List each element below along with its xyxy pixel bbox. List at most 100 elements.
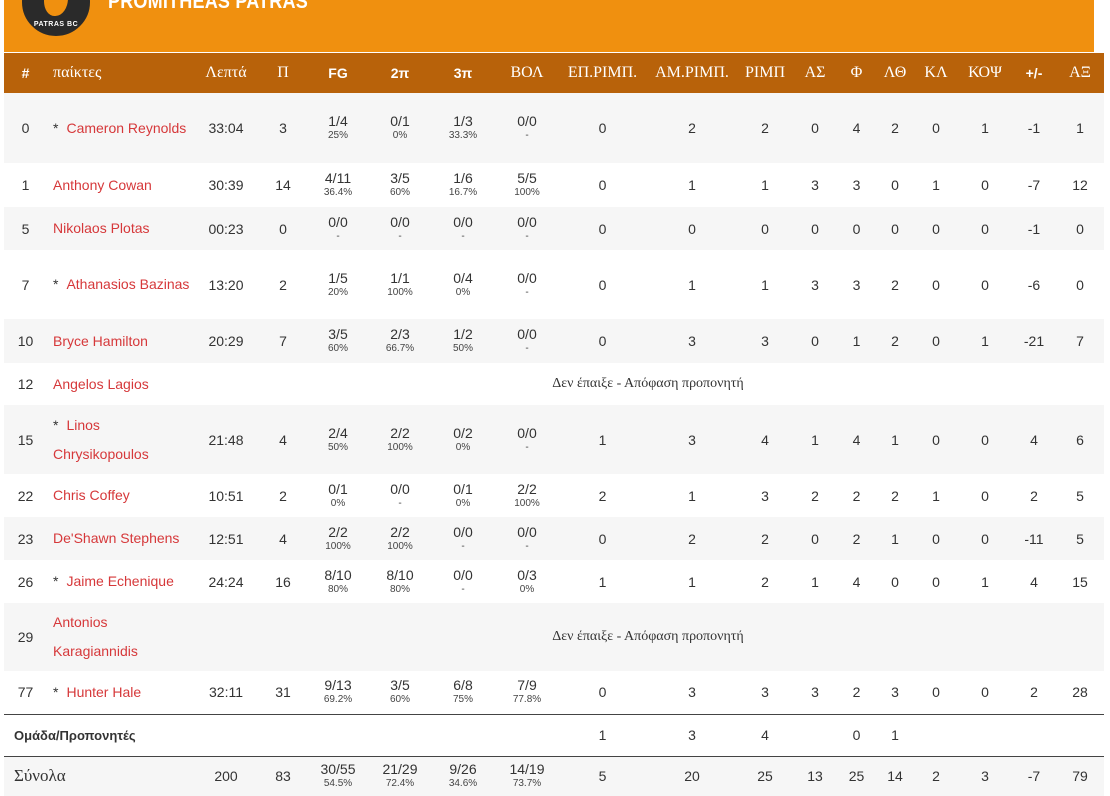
stat-cell: 0 [958,671,1012,714]
stat-cell: 1 [647,474,737,517]
stat-cell: 6 [1056,405,1104,474]
made-attempted: 2/3 [390,326,410,342]
team-logo: PATRAS BC [20,0,92,38]
stat-cell: 22 [4,474,47,517]
percentage: 77.8% [512,694,542,706]
stat-cell: 0 [793,319,837,363]
column-header[interactable]: ΚΟΨ [958,53,1012,93]
made-attempted: 14/19 [509,761,545,778]
stat-cell: 3 [837,163,876,207]
column-header[interactable]: ΚΛ [914,53,958,93]
stat-cell: 0 [914,207,958,250]
column-header[interactable]: ΛΘ [876,53,914,93]
stat-cell [1012,713,1056,756]
player-link[interactable]: Hunter Hale [66,684,141,700]
column-header[interactable]: ΒΟΛ [496,53,558,93]
table-row: 23 De'Shawn Stephens 12:51 4 2/2 100% 2/2 100% 0… [4,517,1104,560]
stat-cell: 1 [793,405,837,474]
table-row: 22 Chris Coffey 10:51 2 0/1 0% 0/0-0/1 0% 2/2 100… [4,474,1104,517]
made-attempted: 0/0 [390,213,410,230]
stat-cell: 1 [876,713,914,756]
player-name-cell: De'Shawn Stephens [47,517,192,560]
made-attempted: 30/55 [320,761,356,778]
percentage: - [461,540,465,552]
percentage: 0% [519,583,535,595]
percentage: 25% [327,130,348,141]
column-header[interactable]: ΑΜ.ΡΙΜΠ. [647,53,737,93]
shooting-cell: 9/26 34.6% [430,755,496,796]
stat-cell: -7 [1012,755,1056,796]
stat-cell: 2 [876,319,914,363]
stat-cell: 0 [1056,207,1104,250]
shooting-cell: 0/0- [370,207,430,250]
shooting-cell: 0/0- [496,207,558,250]
player-name-cell: Bryce Hamilton [47,319,192,363]
player-link[interactable]: Jaime Echenique [66,573,173,589]
table-header-row: # παίκτες Λεπτά Π FG 2π 3π ΒΟΛ ΕΠ.ΡΙΜΠ. ΑΜ.ΡΙΜΠ. Ρ… [4,53,1104,93]
stat-cell: 1 [793,560,837,603]
player-link[interactable]: Anthony Cowan [53,177,152,193]
column-header[interactable]: ΡΙΜΠ [737,53,793,93]
percentage: 33.3% [448,130,478,141]
stat-cell: -1 [1012,93,1056,163]
shooting-cell: 2/2 100% [306,517,370,560]
column-header[interactable]: # [4,53,47,93]
shooting-cell: 7/9 77.8% [496,671,558,714]
made-attempted: 6/8 [453,677,473,694]
column-header[interactable]: Π [260,53,306,93]
column-header[interactable]: +/- [1012,53,1056,93]
column-header[interactable]: ΕΠ.ΡΙΜΠ. [558,53,647,93]
stat-cell: 2 [558,474,647,517]
percentage: 36.4% [323,187,353,198]
shooting-cell: 1/3 33.3% [430,93,496,163]
stat-cell: 1 [958,93,1012,163]
column-header[interactable]: παίκτες [47,53,192,93]
player-link[interactable]: Chris Coffey [53,487,130,503]
player-name-cell: Chris Coffey [47,474,192,517]
made-attempted: 0/0 [390,480,410,497]
stat-cell: 1 [647,163,737,207]
player-link[interactable]: Antonios Karagiannidis [53,614,138,659]
stat-cell: 0 [914,671,958,714]
stat-cell [914,713,958,756]
shooting-cell: 1/2 50% [430,319,496,363]
player-link[interactable]: Angelos Lagios [53,376,149,392]
percentage: - [525,230,529,242]
stat-cell: 0 [260,207,306,250]
table-row: 0 * Cameron Reynolds 33:04 3 1/4 25% 0/1 0% 1/3 33… [4,93,1104,163]
stat-cell: 77 [4,671,47,714]
percentage: 75% [452,694,473,706]
column-header[interactable]: 2π [370,53,430,93]
percentage: 80% [327,583,348,595]
percentage: 50% [327,441,348,453]
percentage: 72.4% [385,778,415,790]
shooting-cell: 0/0- [496,250,558,319]
shooting-cell: 0/0- [430,207,496,250]
player-link[interactable]: Linos Chrysikopoulos [53,417,149,462]
stat-cell: 1 [876,517,914,560]
player-link[interactable]: Cameron Reynolds [66,120,186,136]
column-header[interactable]: Φ [837,53,876,93]
stat-cell: 15 [4,405,47,474]
stat-cell: 5 [4,207,47,250]
stat-cell: 83 [260,755,306,796]
stat-cell: 12:51 [192,517,260,560]
player-link[interactable]: Athanasios Bazinas [66,276,189,292]
player-link[interactable]: De'Shawn Stephens [53,530,179,546]
player-link[interactable]: Bryce Hamilton [53,333,148,349]
made-attempted: 4/11 [324,170,352,186]
made-attempted: 21/29 [382,761,418,778]
column-header[interactable]: FG [306,53,370,93]
column-header[interactable]: Λεπτά [192,53,260,93]
stat-cell: 4 [1012,405,1056,474]
made-attempted: 3/5 [390,170,410,186]
column-header[interactable]: 3π [430,53,496,93]
made-attempted: 1/2 [453,326,473,342]
column-header[interactable]: ΑΣ [793,53,837,93]
stat-cell: 4 [837,405,876,474]
stat-cell: 2 [876,250,914,319]
player-link[interactable]: Nikolaos Plotas [53,220,150,236]
stat-cell: 13 [793,755,837,796]
player-name-cell: * Jaime Echenique [47,560,192,603]
column-header[interactable]: ΑΞ [1056,53,1104,93]
